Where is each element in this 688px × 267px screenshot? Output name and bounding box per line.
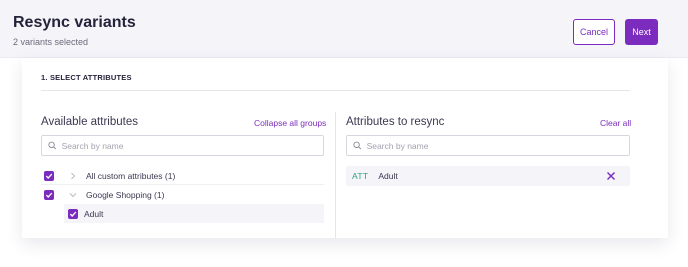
resync-search-input[interactable] <box>366 140 629 151</box>
group-custom-checkbox[interactable] <box>44 170 54 181</box>
available-search-box[interactable] <box>41 135 324 156</box>
check-icon <box>45 173 53 179</box>
next-button[interactable]: Next <box>625 19 658 45</box>
cancel-button[interactable]: Cancel <box>573 19 615 45</box>
collapse-all-groups-link[interactable]: Collapse all groups <box>254 118 326 128</box>
search-icon <box>353 141 362 150</box>
column-divider <box>335 112 336 238</box>
chevron-right-icon[interactable] <box>68 171 78 181</box>
selected-attribute-row: ATT Adult <box>346 166 630 186</box>
check-icon <box>69 211 77 217</box>
attribute-adult-checkbox[interactable] <box>68 208 78 219</box>
attribute-type-badge: ATT <box>352 171 369 181</box>
selection-count: 2 variants selected <box>13 37 89 47</box>
selected-attribute-label: Adult <box>378 171 398 181</box>
group-row-custom: All custom attributes (1) <box>44 166 324 185</box>
attributes-to-resync-title: Attributes to resync <box>346 116 445 128</box>
available-search-input[interactable] <box>61 140 323 151</box>
section-divider <box>41 90 630 91</box>
search-icon <box>48 141 57 150</box>
modal-header: Resync variants 2 variants selected Canc… <box>0 0 688 58</box>
check-icon <box>45 192 53 198</box>
page-title: Resync variants <box>13 14 136 31</box>
clear-all-link[interactable]: Clear all <box>600 118 631 128</box>
attribute-row-adult: Adult <box>64 204 324 223</box>
section-title: 1. SELECT ATTRIBUTES <box>41 73 132 82</box>
group-row-google: Google Shopping (1) <box>44 185 324 204</box>
attribute-adult-label: Adult <box>84 208 104 219</box>
group-custom-label: All custom attributes (1) <box>86 170 176 181</box>
close-icon[interactable] <box>606 171 616 181</box>
available-attributes-title: Available attributes <box>41 116 138 128</box>
chevron-down-icon[interactable] <box>68 190 78 200</box>
resync-search-box[interactable] <box>346 135 630 156</box>
group-google-label: Google Shopping (1) <box>86 189 165 200</box>
group-google-checkbox[interactable] <box>44 189 54 200</box>
